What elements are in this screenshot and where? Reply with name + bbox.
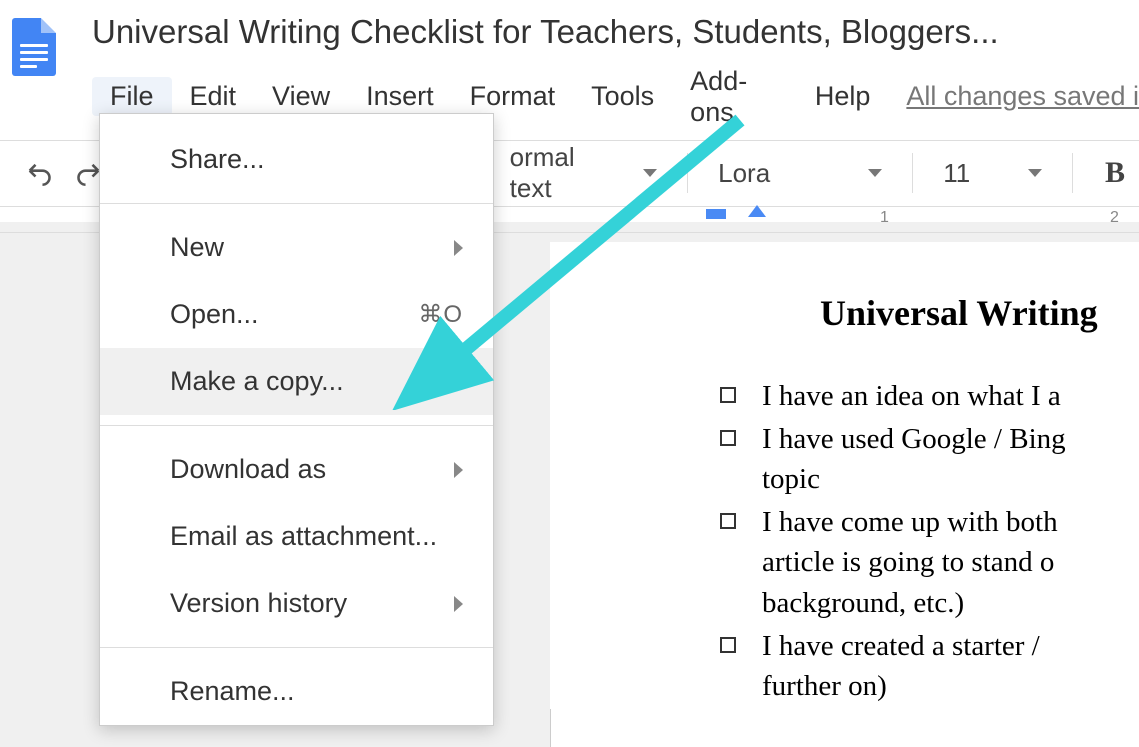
checkbox-icon[interactable] xyxy=(720,387,736,403)
ruler-left-indent[interactable] xyxy=(748,205,766,217)
checkbox-icon[interactable] xyxy=(720,637,736,653)
document-title[interactable]: Universal Writing Checklist for Teachers… xyxy=(92,8,1139,58)
menu-item-version-history[interactable]: Version history xyxy=(100,570,493,637)
menu-view[interactable]: View xyxy=(254,77,348,116)
keyboard-shortcut: ⌘O xyxy=(418,300,463,329)
menu-help[interactable]: Help xyxy=(797,77,889,116)
save-status[interactable]: All changes saved i xyxy=(906,81,1139,112)
menu-format[interactable]: Format xyxy=(452,77,574,116)
submenu-arrow-icon xyxy=(454,596,463,612)
font-size-label: 11 xyxy=(943,158,970,189)
menu-item-download-as[interactable]: Download as xyxy=(100,436,493,503)
undo-icon[interactable] xyxy=(22,159,56,187)
font-size-dropdown[interactable]: 11 xyxy=(931,158,1054,189)
menu-file[interactable]: File xyxy=(92,77,172,116)
menu-insert[interactable]: Insert xyxy=(348,77,452,116)
menu-item-rename[interactable]: Rename... xyxy=(100,658,493,725)
menu-tools[interactable]: Tools xyxy=(573,77,672,116)
paragraph-style-dropdown[interactable]: ormal text xyxy=(498,142,670,204)
ruler-first-line-indent[interactable] xyxy=(706,209,726,219)
checkbox-icon[interactable] xyxy=(720,430,736,446)
dropdown-arrow-icon xyxy=(868,169,882,177)
document-content[interactable]: Universal Writing I have an idea on what… xyxy=(550,242,1139,709)
menu-edit[interactable]: Edit xyxy=(172,77,255,116)
ruler-number: 1 xyxy=(880,209,889,227)
ruler-number: 2 xyxy=(1110,209,1119,227)
font-family-dropdown[interactable]: Lora xyxy=(706,158,894,189)
checkbox-icon[interactable] xyxy=(720,513,736,529)
checklist-item: I have an idea on what I a xyxy=(720,376,1139,417)
menu-item-email-attachment[interactable]: Email as attachment... xyxy=(100,503,493,570)
menu-item-share[interactable]: Share... xyxy=(100,126,493,193)
menu-addons[interactable]: Add-ons xyxy=(672,62,797,132)
font-family-label: Lora xyxy=(718,158,770,189)
docs-logo-icon[interactable] xyxy=(8,8,60,76)
menu-item-make-copy[interactable]: Make a copy... xyxy=(100,348,493,415)
document-heading: Universal Writing xyxy=(720,292,1139,334)
dropdown-arrow-icon xyxy=(1028,169,1042,177)
menu-item-open[interactable]: Open... ⌘O xyxy=(100,281,493,348)
checklist-item: I have created a starter /further on) xyxy=(720,626,1139,707)
submenu-arrow-icon xyxy=(454,462,463,478)
paragraph-style-label: ormal text xyxy=(510,142,614,204)
dropdown-arrow-icon xyxy=(643,169,657,177)
bold-button[interactable]: B xyxy=(1091,156,1139,190)
file-menu-dropdown: Share... New Open... ⌘O Make a copy... D… xyxy=(99,113,494,726)
checklist-item: I have come up with botharticle is going… xyxy=(720,502,1139,624)
checklist-item: I have used Google / Bingtopic xyxy=(720,419,1139,500)
submenu-arrow-icon xyxy=(454,240,463,256)
menu-item-new[interactable]: New xyxy=(100,214,493,281)
